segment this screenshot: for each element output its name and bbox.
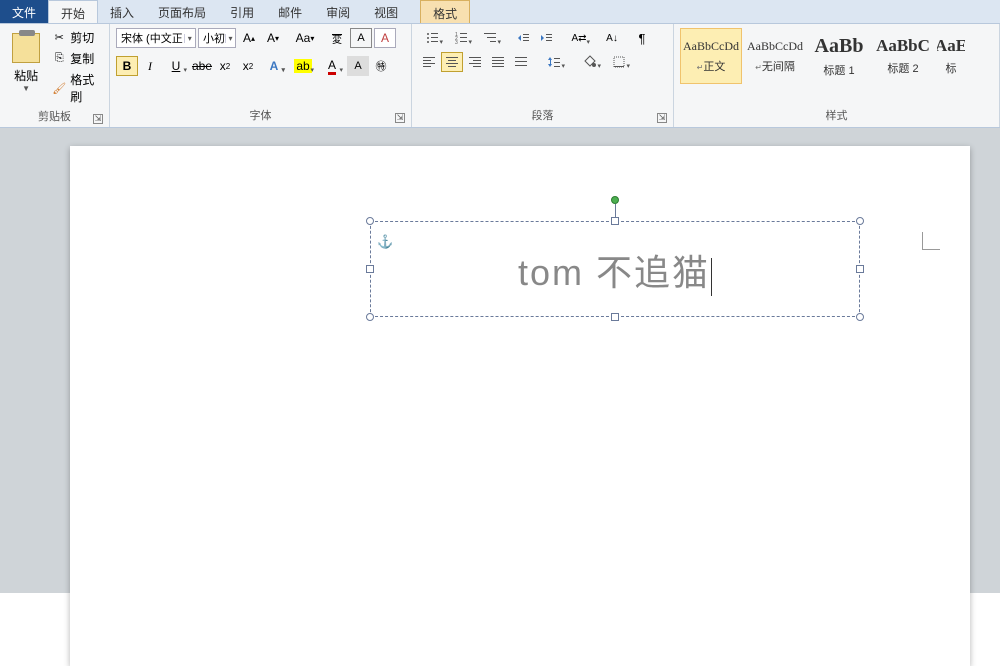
increase-indent-button[interactable] — [535, 28, 557, 48]
tab-mailings[interactable]: 邮件 — [266, 0, 314, 23]
paragraph-launcher[interactable]: ⇲ — [657, 113, 667, 123]
style-normal[interactable]: AaBbCcDd ↵正文 — [680, 28, 742, 84]
distribute-button[interactable] — [510, 52, 532, 72]
group-paragraph-label: 段落 ⇲ — [418, 105, 667, 127]
sort-button[interactable]: A↓ — [601, 28, 623, 48]
tab-file[interactable]: 文件 — [0, 0, 48, 23]
italic-button[interactable]: I — [139, 56, 161, 76]
align-left-button[interactable] — [418, 52, 440, 72]
margin-corner-marker — [922, 232, 940, 250]
paste-label: 粘贴 — [14, 67, 38, 84]
resize-handle-bl[interactable] — [366, 313, 374, 321]
tab-insert[interactable]: 插入 — [98, 0, 146, 23]
group-font: 宋体 (中文正 ▾ 小初 ▾ A▴ A▾ Aa▾ 変 A A B I U — [110, 24, 412, 127]
tab-page-layout[interactable]: 页面布局 — [146, 0, 218, 23]
grow-font-button[interactable]: A▴ — [238, 28, 260, 48]
show-marks-button[interactable]: ¶ — [631, 28, 653, 48]
align-right-button[interactable] — [464, 52, 486, 72]
highlight-button[interactable]: ab — [289, 56, 317, 76]
text-box[interactable]: ⚓ tom 不追猫 — [370, 221, 860, 317]
style-heading1[interactable]: AaBb 标题 1 — [808, 28, 870, 84]
char-border-button[interactable]: A — [350, 28, 372, 48]
style-heading2[interactable]: AaBbC 标题 2 — [872, 28, 934, 84]
strikethrough-button[interactable]: abe — [191, 56, 213, 76]
char-shading-button[interactable]: A — [347, 56, 369, 76]
group-clipboard-label: 剪贴板 ⇲ — [6, 106, 103, 128]
copy-button[interactable]: ⎘ 复制 — [50, 49, 103, 68]
paste-button[interactable]: 粘贴 ▼ — [6, 28, 46, 100]
font-name-value: 宋体 (中文正 — [117, 30, 184, 46]
styles-gallery[interactable]: AaBbCcDd ↵正文 AaBbCcDd ↵无间隔 AaBb 标题 1 AaB… — [680, 28, 966, 84]
font-size-value: 小初 — [199, 30, 225, 46]
change-case-button[interactable]: Aa▾ — [294, 28, 316, 48]
line-spacing-button[interactable] — [540, 52, 568, 72]
chevron-down-icon: ▾ — [184, 34, 195, 43]
group-clipboard: 粘贴 ▼ ✂ 剪切 ⎘ 复制 🖌 格式刷 剪贴板 ⇲ — [0, 24, 110, 127]
group-paragraph: 123 A⇄ A↓ ¶ — [412, 24, 674, 127]
cut-label: 剪切 — [70, 29, 94, 46]
multilevel-list-button[interactable] — [476, 28, 504, 48]
chevron-down-icon: ▾ — [225, 34, 235, 43]
bold-button[interactable]: B — [116, 56, 138, 76]
cut-button[interactable]: ✂ 剪切 — [50, 28, 103, 47]
resize-handle-br[interactable] — [856, 313, 864, 321]
clipboard-launcher[interactable]: ⇲ — [93, 114, 103, 124]
borders-button[interactable] — [605, 52, 633, 72]
phonetic-guide-button[interactable]: 変 — [326, 28, 348, 48]
resize-handle-bm[interactable] — [611, 313, 619, 321]
bullets-button[interactable] — [418, 28, 446, 48]
chevron-down-icon: ▼ — [22, 84, 30, 93]
font-name-combo[interactable]: 宋体 (中文正 ▾ — [116, 28, 196, 48]
menu-bar: 文件 开始 插入 页面布局 引用 邮件 审阅 视图 格式 — [0, 0, 1000, 24]
text-direction-button[interactable]: A⇄ — [565, 28, 593, 48]
justify-button[interactable] — [487, 52, 509, 72]
copy-label: 复制 — [70, 50, 94, 67]
text-box-content[interactable]: tom 不追猫 — [371, 222, 859, 296]
scissors-icon: ✂ — [52, 31, 66, 45]
rotation-handle[interactable] — [611, 196, 619, 204]
text-effects-button[interactable]: A — [260, 56, 288, 76]
document-workspace[interactable]: ⚓ tom 不追猫 — [0, 128, 1000, 593]
font-size-combo[interactable]: 小初 ▾ — [198, 28, 236, 48]
subscript-button[interactable]: x2 — [214, 56, 236, 76]
tab-review[interactable]: 审阅 — [314, 0, 362, 23]
group-font-label: 字体 ⇲ — [116, 105, 405, 127]
style-no-spacing[interactable]: AaBbCcDd ↵无间隔 — [744, 28, 806, 84]
svg-text:3: 3 — [455, 40, 458, 45]
superscript-button[interactable]: x2 — [237, 56, 259, 76]
format-painter-button[interactable]: 🖌 格式刷 — [50, 70, 103, 106]
brush-icon: 🖌 — [52, 81, 66, 95]
numbering-button[interactable]: 123 — [447, 28, 475, 48]
font-launcher[interactable]: ⇲ — [395, 113, 405, 123]
format-painter-label: 格式刷 — [70, 71, 101, 105]
clear-formatting-button[interactable]: A — [374, 28, 396, 48]
group-styles-label: 样式 — [680, 105, 993, 127]
shading-button[interactable] — [576, 52, 604, 72]
enclose-char-button[interactable]: ㊕ — [370, 56, 392, 76]
font-color-button[interactable]: A — [318, 56, 346, 76]
tab-format-contextual[interactable]: 格式 — [420, 0, 470, 23]
tab-references[interactable]: 引用 — [218, 0, 266, 23]
copy-icon: ⎘ — [52, 52, 66, 66]
tab-view[interactable]: 视图 — [362, 0, 410, 23]
text-cursor — [711, 258, 712, 296]
style-heading3[interactable]: AaE 标 — [936, 28, 966, 84]
document-page[interactable]: ⚓ tom 不追猫 — [70, 146, 970, 666]
rotation-connector — [615, 204, 616, 218]
align-center-button[interactable] — [441, 52, 463, 72]
underline-button[interactable]: U — [162, 56, 190, 76]
paste-icon — [12, 33, 40, 63]
tab-home[interactable]: 开始 — [48, 0, 98, 23]
shrink-font-button[interactable]: A▾ — [262, 28, 284, 48]
decrease-indent-button[interactable] — [512, 28, 534, 48]
group-styles: AaBbCcDd ↵正文 AaBbCcDd ↵无间隔 AaBb 标题 1 AaB… — [674, 24, 1000, 127]
ribbon: 粘贴 ▼ ✂ 剪切 ⎘ 复制 🖌 格式刷 剪贴板 ⇲ — [0, 24, 1000, 128]
